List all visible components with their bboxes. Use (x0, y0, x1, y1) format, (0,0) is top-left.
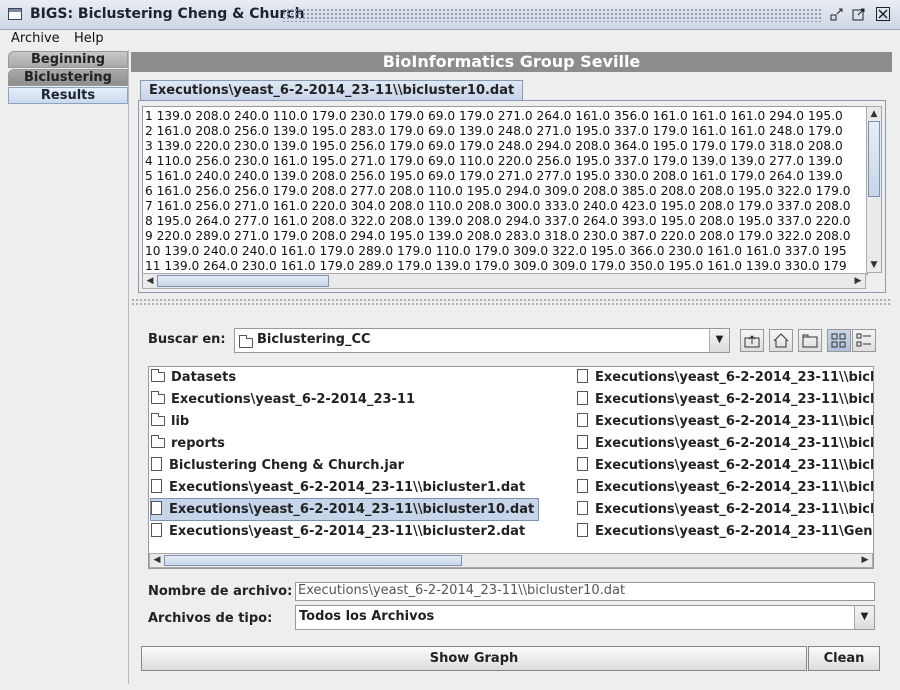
data-line: 9 220.0 289.0 271.0 179.0 208.0 294.0 19… (145, 229, 851, 243)
scroll-left-icon[interactable]: ◀ (150, 554, 164, 567)
new-folder-button[interactable] (798, 329, 822, 352)
file-icon (577, 391, 588, 405)
split-pane-divider[interactable] (131, 298, 892, 307)
list-item[interactable]: Executions\yeast_6-2-2014_23-11\Genera (577, 521, 873, 542)
details-view-button[interactable] (852, 329, 876, 352)
data-line: 3 139.0 220.0 230.0 139.0 195.0 256.0 17… (145, 139, 843, 153)
file-list[interactable]: Datasets Executions\yeast_6-2-2014_23-11… (148, 366, 874, 569)
close-icon[interactable] (876, 7, 890, 21)
data-line: 5 161.0 240.0 240.0 139.0 208.0 256.0 19… (145, 169, 843, 183)
filetype-select[interactable]: Todos los Archivos ▼ (295, 605, 875, 630)
up-folder-button[interactable] (740, 329, 764, 352)
result-vertical-scrollbar[interactable]: ▲ ▼ (866, 106, 882, 273)
sidebar-tab-biclustering[interactable]: Biclustering (8, 69, 128, 86)
filename-input[interactable]: Executions\yeast_6-2-2014_23-11\\biclust… (295, 582, 875, 601)
folder-icon (151, 369, 165, 382)
folder-icon (151, 435, 165, 448)
chevron-down-icon[interactable]: ▼ (854, 606, 874, 629)
title-bar[interactable]: BIGS: Biclustering Cheng & Church (0, 0, 900, 30)
list-item[interactable]: Executions\yeast_6-2-2014_23-11\\biclust (577, 367, 873, 388)
folder-icon (151, 413, 165, 426)
list-item[interactable]: Executions\yeast_6-2-2014_23-11\\biclust (577, 455, 873, 476)
data-line: 11 139.0 264.0 230.0 161.0 179.0 289.0 1… (145, 259, 847, 273)
list-item[interactable]: Executions\yeast_6-2-2014_23-11\\biclust (577, 477, 873, 498)
list-item[interactable]: Executions\yeast_6-2-2014_23-11\\biclust… (151, 521, 525, 542)
title-bar-grip (282, 8, 822, 22)
file-list-horizontal-scrollbar[interactable]: ◀ ▶ (149, 553, 873, 568)
list-item[interactable]: reports (151, 433, 225, 454)
look-in-value: Biclustering_CC (257, 332, 371, 347)
scroll-right-icon[interactable]: ▶ (858, 554, 872, 567)
list-item[interactable]: Executions\yeast_6-2-2014_23-11\\biclust (577, 411, 873, 432)
filetype-value: Todos los Archivos (299, 609, 435, 624)
scroll-down-icon[interactable]: ▼ (867, 258, 881, 272)
app-window-icon (8, 8, 22, 20)
file-icon (577, 479, 588, 493)
menu-archive[interactable]: Archive (11, 30, 60, 48)
menu-bar: Archive Help (0, 30, 900, 48)
scroll-up-icon[interactable]: ▲ (867, 107, 881, 121)
menu-help[interactable]: Help (74, 30, 104, 48)
tab-result-file[interactable]: Executions\yeast_6-2-2014_23-11\\biclust… (140, 80, 524, 101)
file-icon (577, 457, 588, 471)
maximize-icon[interactable] (852, 7, 866, 21)
file-icon (151, 523, 162, 537)
list-item[interactable]: Executions\yeast_6-2-2014_23-11\\biclust (577, 389, 873, 410)
data-line: 7 161.0 256.0 271.0 161.0 220.0 304.0 20… (145, 199, 851, 213)
file-icon (151, 457, 162, 471)
sidebar-tab-beginning[interactable]: Beginning (8, 51, 128, 68)
list-item[interactable]: Executions\yeast_6-2-2014_23-11\\biclust (577, 433, 873, 454)
filename-label: Nombre de archivo: (148, 584, 293, 599)
look-in-combo[interactable]: Biclustering_CC ▼ (234, 328, 730, 353)
folder-icon (151, 391, 165, 404)
data-line: 8 195.0 264.0 277.0 161.0 208.0 322.0 20… (145, 214, 851, 228)
scroll-thumb[interactable] (157, 275, 329, 287)
list-item[interactable]: Executions\yeast_6-2-2014_23-11\\biclust… (151, 477, 525, 498)
look-in-label: Buscar en: (148, 332, 226, 347)
sidebar-tab-results[interactable]: Results (8, 87, 128, 104)
file-icon (577, 413, 588, 427)
scroll-thumb[interactable] (868, 121, 880, 197)
result-horizontal-scrollbar[interactable]: ◀ ▶ (142, 273, 866, 289)
list-item[interactable]: Biclustering Cheng & Church.jar (151, 455, 404, 476)
file-icon (151, 501, 162, 515)
folder-icon (239, 335, 253, 348)
scroll-thumb[interactable] (164, 555, 462, 566)
show-graph-button[interactable]: Show Graph (141, 646, 807, 671)
data-line: 10 139.0 240.0 240.0 161.0 179.0 289.0 1… (145, 244, 847, 258)
list-item[interactable]: Executions\yeast_6-2-2014_23-11 (151, 389, 415, 410)
minimize-icon[interactable] (830, 7, 844, 21)
file-icon (151, 479, 162, 493)
data-line: 4 110.0 256.0 230.0 161.0 195.0 271.0 17… (145, 154, 843, 168)
home-button[interactable] (769, 329, 793, 352)
scroll-left-icon[interactable]: ◀ (143, 274, 157, 288)
list-item-selected[interactable]: Executions\yeast_6-2-2014_23-11\\biclust… (149, 498, 540, 521)
scroll-right-icon[interactable]: ▶ (851, 274, 865, 288)
sidebar: Beginning Biclustering Results (6, 50, 129, 684)
chevron-down-icon[interactable]: ▼ (709, 329, 729, 352)
list-item[interactable]: lib (151, 411, 189, 432)
data-line: 1 139.0 208.0 240.0 110.0 179.0 230.0 17… (145, 109, 843, 123)
page-title: BioInformatics Group Seville (131, 52, 892, 72)
clean-button[interactable]: Clean (808, 646, 880, 671)
list-item[interactable]: Executions\yeast_6-2-2014_23-11\\biclust (577, 499, 873, 520)
file-icon (577, 523, 588, 537)
list-item[interactable]: Datasets (151, 367, 236, 388)
list-view-button[interactable] (827, 329, 851, 352)
result-text-area[interactable]: 1 139.0 208.0 240.0 110.0 179.0 230.0 17… (142, 106, 868, 275)
file-icon (577, 501, 588, 515)
window-title: BIGS: Biclustering Cheng & Church (30, 6, 305, 22)
data-line: 2 161.0 208.0 256.0 139.0 195.0 283.0 17… (145, 124, 843, 138)
filetype-label: Archivos de tipo: (148, 611, 273, 626)
file-icon (577, 369, 588, 383)
data-line: 6 161.0 256.0 256.0 179.0 208.0 277.0 20… (145, 184, 851, 198)
file-icon (577, 435, 588, 449)
